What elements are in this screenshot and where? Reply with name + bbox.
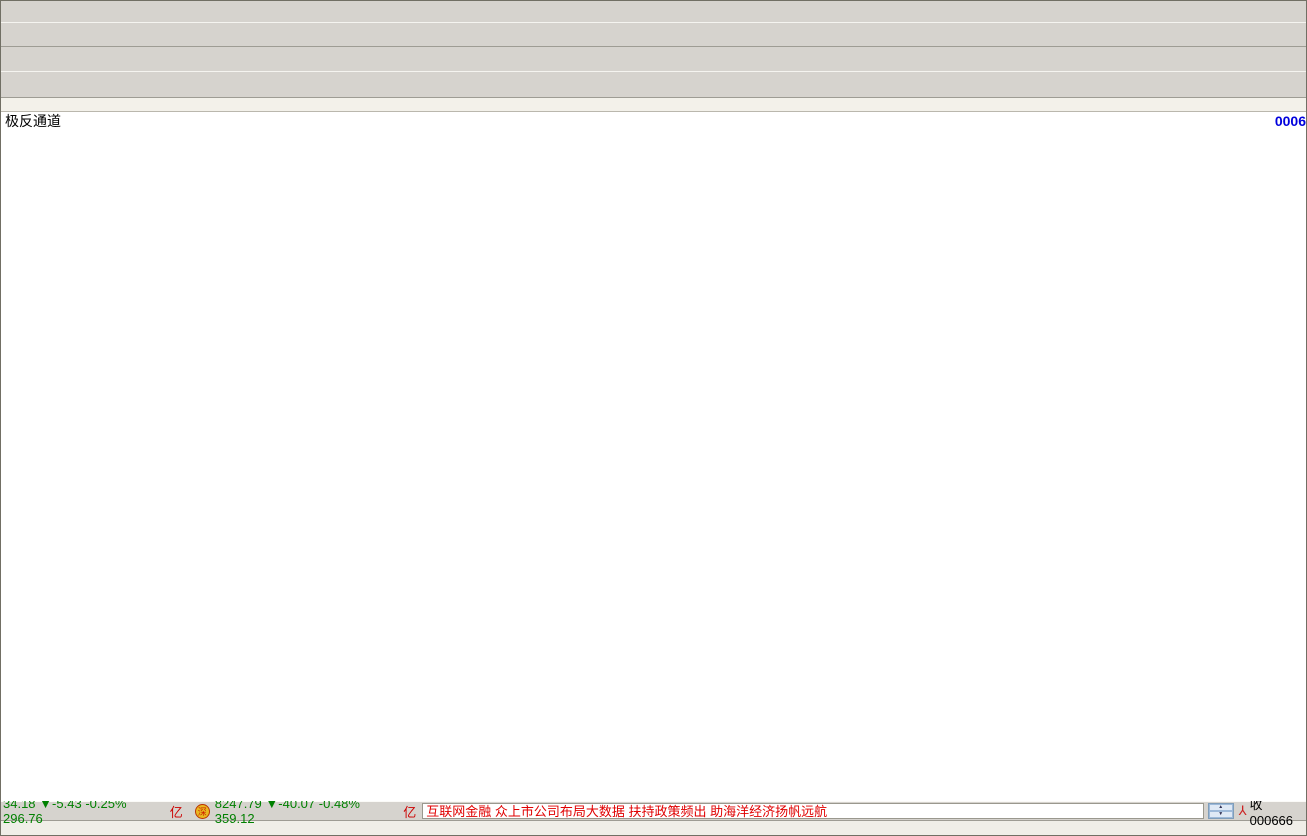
trading-app-window: 极反通道 0006 34.18 ▼-5.43 -0.25% 296.76亿 深 … [0,0,1307,836]
drawing-tools-toolbar [1,72,1306,98]
spin-down-icon[interactable]: ▼ [1209,811,1233,818]
price-chart-canvas[interactable] [1,129,1307,801]
gann-objects-toolbar [1,23,1306,47]
candlestick-chart[interactable] [1,129,1307,801]
quote-info-bar [1,820,1306,836]
indicator-name: 极反通道 [5,111,61,131]
stock-code-entry[interactable]: 0006 [1275,113,1306,129]
date-axis [1,98,1306,112]
navigation-toolbar [1,47,1306,72]
menu-bar [1,1,1306,23]
indicator-header: 极反通道 0006 [1,112,1306,129]
